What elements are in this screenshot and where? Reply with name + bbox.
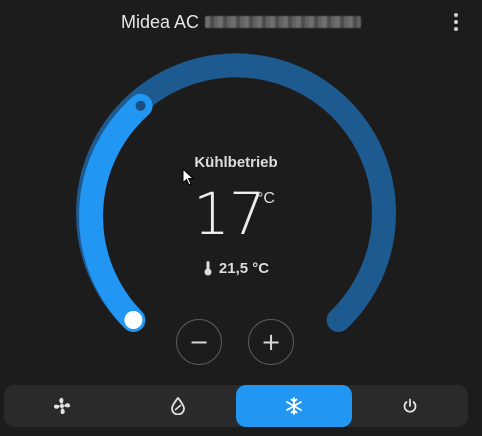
mode-cool-button[interactable] — [236, 385, 352, 427]
fan-icon — [53, 397, 71, 415]
dial-handle[interactable] — [124, 311, 143, 329]
mode-dry-button[interactable] — [120, 385, 236, 427]
hvac-mode-bar — [4, 385, 468, 427]
minus-icon: − — [188, 328, 210, 356]
dry-icon — [171, 397, 185, 415]
plus-icon: + — [260, 328, 282, 356]
snowflake-icon — [286, 397, 302, 415]
mouse-cursor-icon — [182, 168, 195, 186]
current-temperature: 21,5 °C — [0, 258, 472, 278]
climate-card: Midea AC Kühlbetrieb 17 °C 21,5 °C − + — [0, 0, 482, 436]
temperature-unit: °C — [257, 190, 275, 207]
mode-fan-button[interactable] — [4, 385, 120, 427]
increase-temperature-button[interactable]: + — [248, 319, 294, 365]
dial-marker — [135, 100, 146, 111]
target-temperature: 17 — [193, 180, 266, 248]
power-icon — [403, 398, 417, 413]
thermometer-icon — [204, 261, 212, 276]
decrease-temperature-button[interactable]: − — [176, 319, 222, 365]
current-temperature-value: 21,5 °C — [218, 259, 270, 277]
hvac-mode-label: Kühlbetrieb — [194, 154, 278, 171]
mode-off-button[interactable] — [352, 385, 468, 427]
